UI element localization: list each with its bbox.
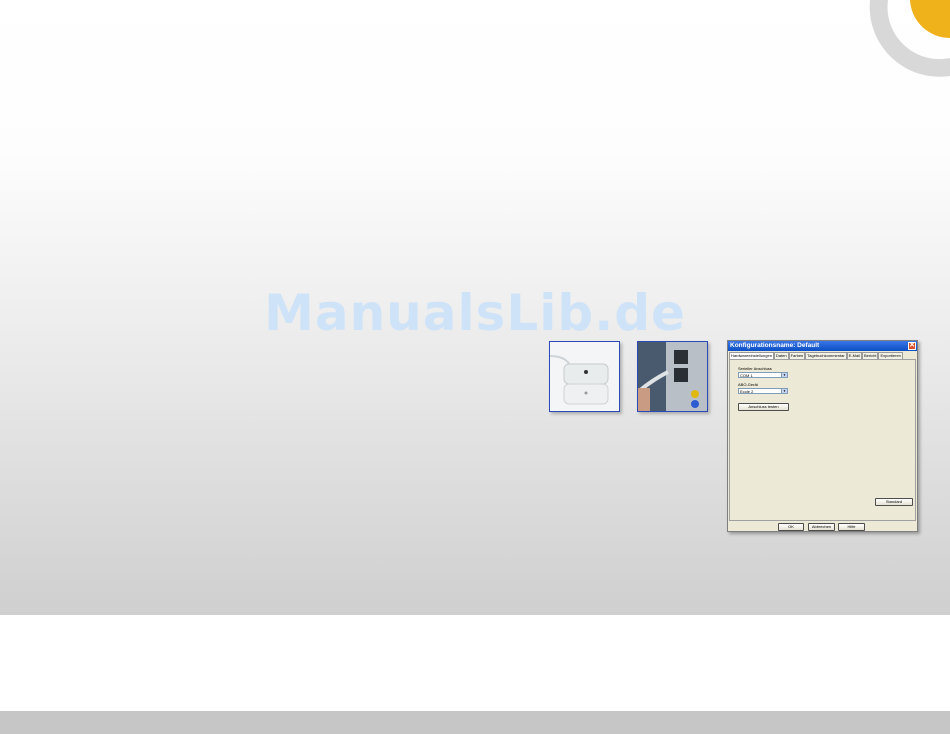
yellow-circle — [910, 0, 950, 39]
serial-port-label: Serieller Anschluss — [738, 366, 772, 371]
tab-colors[interactable]: Farben — [788, 352, 806, 359]
usb-port-photo — [637, 341, 708, 412]
tab-data[interactable]: Daten — [773, 352, 789, 359]
dialog-title: Konfigurationsname: Default — [730, 342, 820, 349]
tab-export[interactable]: Exportieren — [878, 352, 903, 359]
sensor-photo — [549, 341, 620, 412]
chevron-down-icon[interactable]: ▼ — [781, 373, 787, 377]
tab-report[interactable]: Bericht — [862, 352, 879, 359]
watermark: ManualsLib.de — [264, 284, 686, 342]
chevron-down-icon[interactable]: ▼ — [781, 389, 787, 393]
dialog-button-row: OK Abbrechen Hilfe — [728, 523, 917, 531]
standard-button[interactable]: Standard — [875, 498, 913, 506]
test-connection-button[interactable]: Anschluss testen — [738, 403, 789, 411]
serial-port-value: COM 1 — [740, 373, 753, 378]
tab-diary-comment[interactable]: Tagebuchkommentar — [805, 352, 847, 359]
hardware-settings-panel: Serieller Anschluss COM 1 ▼ ABO-Gerät Ec… — [729, 359, 916, 521]
close-icon[interactable]: ✕ — [908, 342, 916, 350]
abo-device-label: ABO-Gerät — [738, 382, 758, 387]
corner-decoration — [869, 0, 950, 77]
tab-email[interactable]: E-Mail — [846, 352, 862, 359]
tab-bar: Hardwareeinstellungen Daten Farben Tageb… — [729, 352, 903, 360]
ok-button[interactable]: OK — [778, 523, 804, 531]
dialog-titlebar: Konfigurationsname: Default — [728, 341, 917, 351]
cancel-button[interactable]: Abbrechen — [808, 523, 835, 531]
serial-port-select[interactable]: COM 1 ▼ — [738, 372, 788, 378]
footer-bar — [0, 711, 950, 734]
configuration-dialog: Konfigurationsname: Default ✕ Hardwareei… — [727, 340, 918, 532]
help-button[interactable]: Hilfe — [838, 523, 865, 531]
abo-device-select[interactable]: Ecole 2 ▼ — [738, 388, 788, 394]
abo-device-value: Ecole 2 — [740, 389, 754, 394]
